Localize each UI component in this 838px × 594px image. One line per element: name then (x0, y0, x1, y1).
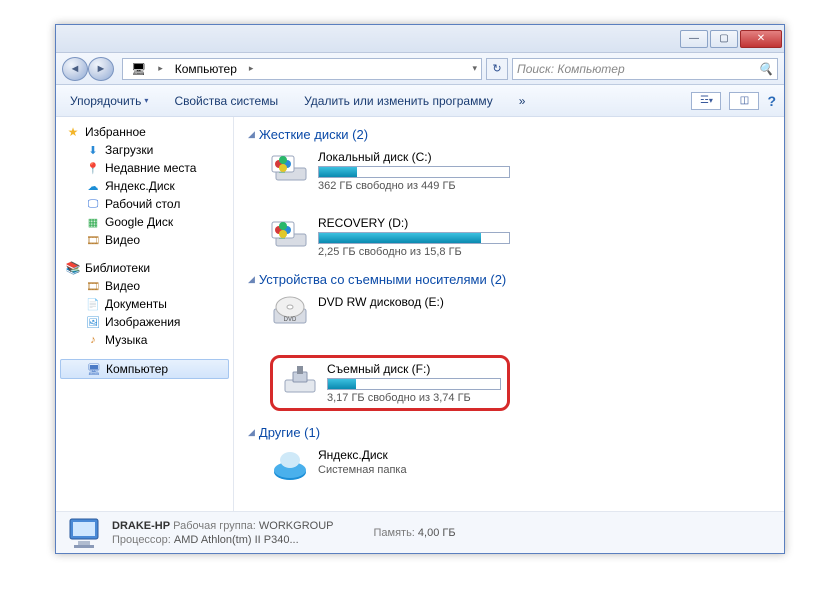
section-removable[interactable]: ◢Устройства со съемными носителями (2) (248, 272, 770, 287)
sidebar-item[interactable]: 🖼 Изображения (56, 313, 233, 331)
computer-icon: 🖥 (87, 362, 101, 376)
body: ★ Избранное ⬇ Загрузки 📍 Недавние места ☁ Янд… (56, 117, 784, 511)
item-icon: ⬇ (86, 143, 100, 157)
drive-icon (270, 216, 310, 252)
capacity-bar (327, 378, 501, 390)
content-pane: ◢Жесткие диски (2) Локальный диск (C:) 36… (234, 117, 784, 511)
sidebar-item-label: Видео (105, 233, 140, 247)
item-icon: 🎞 (86, 279, 100, 293)
pc-name: DRAKE-HP (112, 520, 170, 532)
sidebar-item[interactable]: 📍 Недавние места (56, 159, 233, 177)
breadcrumb-location[interactable]: Компьютер (171, 62, 241, 76)
item-icon: ♪ (86, 333, 100, 347)
item-icon: 📄 (86, 297, 100, 311)
drive-free-text: 2,25 ГБ свободно из 15,8 ГБ (318, 246, 510, 258)
sidebar-item[interactable]: 🎞 Видео (56, 231, 233, 249)
item-icon: 🖵 (86, 197, 100, 211)
drive-item[interactable]: DVD DVD RW дисковод (E:) (270, 295, 510, 331)
drive-icon (279, 362, 319, 398)
item-icon: 🎞 (86, 233, 100, 247)
star-icon: ★ (66, 125, 80, 139)
details-pane: DRAKE-HP Рабочая группа: WORKGROUP Проце… (56, 511, 784, 553)
search-placeholder: Поиск: Компьютер (517, 62, 625, 76)
back-button[interactable]: ◄ (62, 57, 88, 81)
sidebar-item[interactable]: ⬇ Загрузки (56, 141, 233, 159)
computer-icon (66, 517, 102, 549)
drive-name: RECOVERY (D:) (318, 216, 510, 230)
sidebar-item-label: Яндекс.Диск (105, 179, 175, 193)
drive-item[interactable]: RECOVERY (D:) 2,25 ГБ свободно из 15,8 ГБ (270, 216, 510, 258)
sidebar: ★ Избранное ⬇ Загрузки 📍 Недавние места ☁ Янд… (56, 117, 234, 511)
refresh-button[interactable]: ↻ (486, 58, 508, 80)
capacity-bar (318, 166, 510, 178)
sidebar-item[interactable]: ♪ Музыка (56, 331, 233, 349)
view-mode-button[interactable]: ☲ ▾ (691, 92, 721, 110)
triangle-icon: ◢ (248, 274, 255, 285)
section-other[interactable]: ◢Другие (1) (248, 425, 770, 440)
maximize-button[interactable]: ▢ (710, 30, 738, 48)
forward-button[interactable]: ► (88, 57, 114, 81)
sidebar-item[interactable]: 📄 Документы (56, 295, 233, 313)
sidebar-libraries-header[interactable]: 📚 Библиотеки (56, 259, 233, 277)
chevron-down-icon: ▾ (144, 96, 148, 105)
chevron-right-icon: ▸ (245, 63, 258, 74)
sidebar-favorites-header[interactable]: ★ Избранное (56, 123, 233, 141)
drive-name: Яндекс.Диск (318, 448, 510, 462)
search-icon: 🔍 (758, 62, 773, 76)
address-bar[interactable]: 🖥 ▸ Компьютер ▸ ▾ (122, 58, 482, 80)
drive-name: DVD RW дисковод (E:) (318, 295, 510, 309)
minimize-button[interactable]: — (680, 30, 708, 48)
drive-subtitle: Системная папка (318, 464, 510, 476)
triangle-icon: ◢ (248, 427, 255, 438)
sidebar-item-label: Недавние места (105, 161, 196, 175)
drive-free-text: 3,17 ГБ свободно из 3,74 ГБ (327, 392, 501, 404)
drive-item[interactable]: Яндекс.Диск Системная папка (270, 448, 510, 484)
drive-icon (270, 150, 310, 186)
uninstall-program-button[interactable]: Удалить или изменить программу (298, 90, 499, 112)
capacity-bar (318, 232, 510, 244)
titlebar: — ▢ ✕ (56, 25, 784, 53)
toolbar: Упорядочить▾ Свойства системы Удалить ил… (56, 85, 784, 117)
nav-buttons: ◄ ► (62, 57, 118, 81)
sidebar-item-label: Документы (105, 297, 167, 311)
sidebar-item[interactable]: 🖵 Рабочий стол (56, 195, 233, 213)
close-button[interactable]: ✕ (740, 30, 782, 48)
search-input[interactable]: Поиск: Компьютер 🔍 (512, 58, 778, 80)
triangle-icon: ◢ (248, 129, 255, 140)
sidebar-item-label: Google Диск (105, 215, 173, 229)
organize-button[interactable]: Упорядочить▾ (64, 90, 154, 112)
sidebar-item-computer[interactable]: 🖥 Компьютер (60, 359, 229, 379)
item-icon: ▦ (86, 215, 100, 229)
sidebar-item[interactable]: ☁ Яндекс.Диск (56, 177, 233, 195)
drive-free-text: 362 ГБ свободно из 449 ГБ (318, 180, 510, 192)
item-icon: 🖼 (86, 315, 100, 329)
drive-name: Съемный диск (F:) (327, 362, 501, 376)
chevron-right-icon: ▸ (154, 63, 167, 74)
libraries-icon: 📚 (66, 261, 80, 275)
drive-item[interactable]: Съемный диск (F:) 3,17 ГБ свободно из 3,7… (270, 355, 510, 411)
toolbar-overflow[interactable]: » (513, 90, 532, 112)
drive-icon: DVD (270, 295, 310, 331)
sidebar-item-label: Рабочий стол (105, 197, 180, 211)
sidebar-item-label: Загрузки (105, 143, 153, 157)
sidebar-item[interactable]: 🎞 Видео (56, 277, 233, 295)
computer-icon: 🖥 (127, 62, 150, 76)
system-properties-button[interactable]: Свойства системы (168, 90, 284, 112)
sidebar-item-label: Музыка (105, 333, 147, 347)
sidebar-item-label: Изображения (105, 315, 180, 329)
help-button[interactable]: ? (767, 93, 776, 109)
drive-icon (270, 448, 310, 484)
address-row: ◄ ► 🖥 ▸ Компьютер ▸ ▾ ↻ Поиск: Компьютер… (56, 53, 784, 85)
dropdown-icon[interactable]: ▾ (472, 63, 477, 74)
explorer-window: — ▢ ✕ ◄ ► 🖥 ▸ Компьютер ▸ ▾ ↻ Поиск: Ком… (55, 24, 785, 554)
drive-name: Локальный диск (C:) (318, 150, 510, 164)
item-icon: 📍 (86, 161, 100, 175)
section-hard-drives[interactable]: ◢Жесткие диски (2) (248, 127, 770, 142)
svg-text:DVD: DVD (284, 317, 297, 323)
sidebar-item-label: Видео (105, 279, 140, 293)
drive-item[interactable]: Локальный диск (C:) 362 ГБ свободно из 44… (270, 150, 510, 192)
item-icon: ☁ (86, 179, 100, 193)
sidebar-item[interactable]: ▦ Google Диск (56, 213, 233, 231)
preview-pane-button[interactable]: ◫ (729, 92, 759, 110)
